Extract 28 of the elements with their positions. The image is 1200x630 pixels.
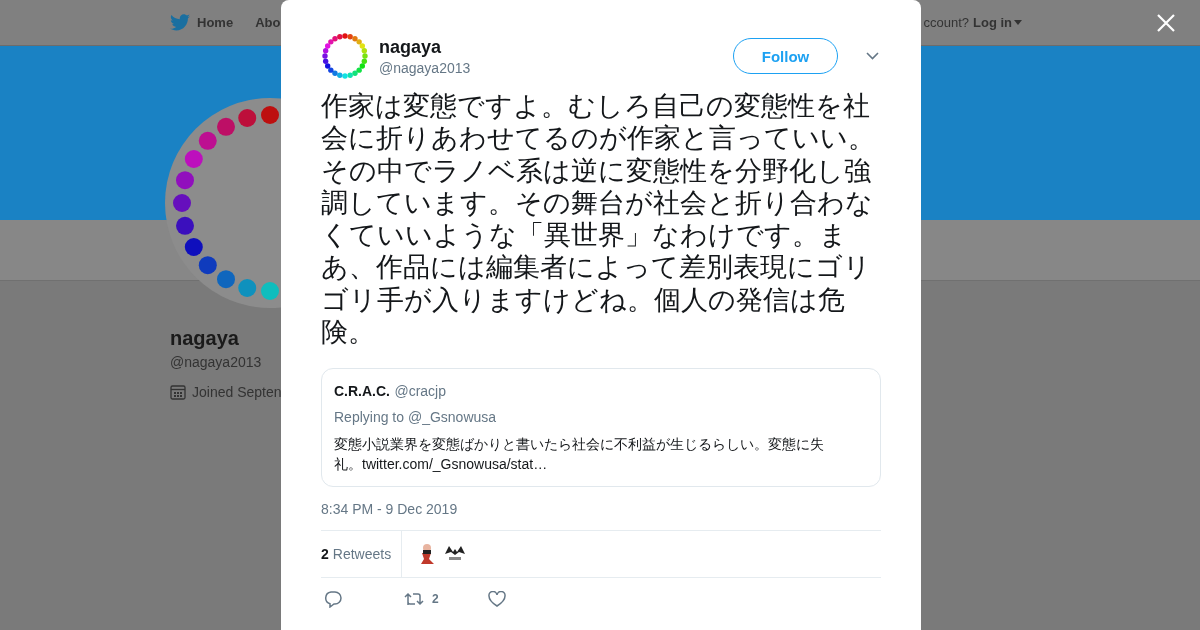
close-icon[interactable] <box>1156 13 1176 33</box>
login-link[interactable]: Log in <box>973 15 1022 30</box>
quoted-author-handle: @cracjp <box>394 383 446 400</box>
reply-icon[interactable] <box>324 590 342 609</box>
quoted-tweet-text: 変態小説業界を変態ばかりと書いたら社会に不利益が生じるらしい。変態に失礼。twitter.com/_Gsnowusa/stat… <box>334 435 825 475</box>
chevron-down-icon[interactable] <box>866 52 879 60</box>
retweet-stat[interactable]: 2 Retweets <box>321 531 403 578</box>
author-name[interactable]: nagaya <box>379 36 442 58</box>
nav-link[interactable]: Home <box>197 15 234 30</box>
quoted-tweet[interactable]: C.R.A.C. @cracjp Replying to @_Gsnowusa 変態小説業界を変態ばかりと書いたら社会に不利益が生じるらしい。変態に失礼。twitter.com/_Gsnowusa/stat… <box>321 368 881 488</box>
bird-icon <box>170 14 190 31</box>
caret-icon <box>1014 20 1022 25</box>
account-prompt: ccount? <box>923 15 969 30</box>
tweet-timestamp: 8:34 PM - 9 Dec 2019 <box>321 501 459 518</box>
heart-icon[interactable] <box>487 591 506 608</box>
author-handle[interactable]: @nagaya2013 <box>379 59 471 76</box>
calendar-icon <box>170 384 186 400</box>
retweet-icon[interactable] <box>404 591 424 608</box>
nav-link[interactable]: Abo <box>255 15 281 30</box>
retweet-count: 2 <box>432 592 439 607</box>
tweet-text: 作家は変態ですよ。むしろ自己の変態性を社会に折りあわせてるのが作家と言っていい。その中でラノベ系は逆に変態性を分野化し強調しています。その舞台が社会と折り合わなくていいような「異世界」なわけです。まあ、作品には編集者によって差別表現にゴリゴリ手が入りますけどね。個人の発信は危険。 <box>321 90 876 349</box>
profile-name: nagaya <box>170 327 239 350</box>
user-avatar[interactable] <box>321 32 369 80</box>
quoted-author-name: C.R.A.C. <box>334 383 390 400</box>
follow-button[interactable]: Follow <box>733 38 838 74</box>
replying-to-text: Replying to @_Gsnowusa <box>334 409 498 426</box>
joined-date: Joined Septen <box>192 384 282 400</box>
profile-handle: @nagaya2013 <box>170 354 262 370</box>
